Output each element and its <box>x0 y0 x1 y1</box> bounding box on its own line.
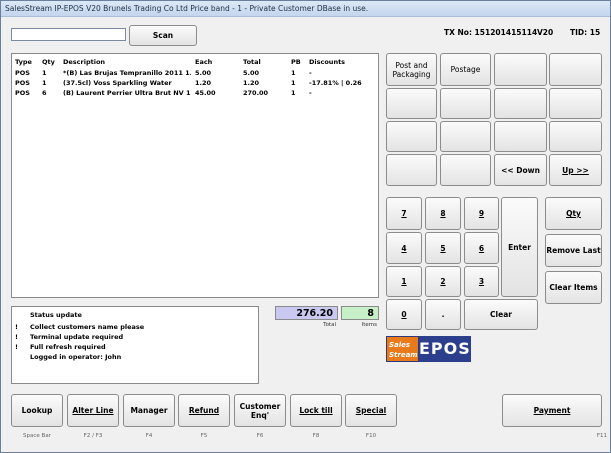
table-row[interactable]: POS 1 (37.5cl) Voss Sparkling Water 1.20… <box>12 78 378 88</box>
refund-button[interactable]: Refund <box>178 394 230 427</box>
fkey-hint: F2 / F3 <box>83 433 103 439</box>
items-count: 8 <box>341 306 379 320</box>
page-down-button[interactable]: << Down <box>494 154 547 186</box>
clear-items-button[interactable]: Clear Items <box>545 271 602 304</box>
enter-button[interactable]: Enter <box>501 197 538 297</box>
scan-input[interactable] <box>11 28 126 41</box>
key-5[interactable]: 5 <box>425 232 461 264</box>
quick-key-empty[interactable] <box>494 121 547 152</box>
total-value: 276.20 <box>275 306 338 320</box>
key-9[interactable]: 9 <box>464 197 499 230</box>
page-up-button[interactable]: Up >> <box>549 154 602 186</box>
fkey-hint: F4 <box>145 433 153 439</box>
salesstream-epos-logo: Sales Stream EPOS <box>386 336 471 362</box>
quick-key-empty[interactable] <box>549 88 602 119</box>
fkey-hint: F5 <box>200 433 208 439</box>
key-1[interactable]: 1 <box>386 266 422 297</box>
col-description: Description <box>63 58 106 66</box>
manager-button[interactable]: Manager <box>123 394 175 427</box>
quick-key-empty[interactable] <box>494 53 547 86</box>
special-button[interactable]: Special <box>345 394 397 427</box>
quick-key-empty[interactable] <box>440 154 491 186</box>
key-6[interactable]: 6 <box>464 232 499 264</box>
status-item: ! Terminal update required <box>15 333 124 341</box>
key-8[interactable]: 8 <box>425 197 461 230</box>
remove-last-button[interactable]: Remove Last <box>545 234 602 267</box>
quick-key-empty[interactable] <box>386 88 437 119</box>
fkey-hint: F11 <box>596 433 607 439</box>
scan-button[interactable]: Scan <box>129 25 197 46</box>
key-3[interactable]: 3 <box>464 266 499 297</box>
postage-button[interactable]: Postage <box>440 53 491 86</box>
quick-key-empty[interactable] <box>440 88 491 119</box>
status-item: ! Collect customers name please <box>15 323 145 331</box>
title-bar: SalesStream IP-EPOS V20 Brunels Trading … <box>1 1 610 17</box>
col-each: Each <box>195 58 213 66</box>
logo-sales-stream: Sales Stream <box>386 336 419 362</box>
transaction-table: Type Qty Description Each Total PB Disco… <box>11 53 379 298</box>
qty-button[interactable]: Qty <box>545 197 602 230</box>
key-decimal[interactable]: . <box>425 299 461 330</box>
table-header: Type Qty Description Each Total PB Disco… <box>12 57 378 67</box>
fkey-hint: F10 <box>365 433 377 439</box>
col-qty: Qty <box>42 58 55 66</box>
quick-key-empty[interactable] <box>549 121 602 152</box>
terminal-id: TID: 15 <box>570 28 601 37</box>
status-item: Logged in operator: John <box>30 353 122 361</box>
status-item: ! Full refresh required <box>15 343 106 351</box>
clear-button[interactable]: Clear <box>464 299 538 330</box>
items-label: Items <box>361 322 377 328</box>
customer-enquiry-button[interactable]: Customer Enq' <box>234 394 286 427</box>
quick-key-empty[interactable] <box>440 121 491 152</box>
table-row[interactable]: POS 6 (B) Laurent Perrier Ultra Brut NV … <box>12 88 378 98</box>
version-label: V20 <box>537 28 554 37</box>
logo-epos: EPOS <box>419 336 471 362</box>
lock-till-button[interactable]: Lock till <box>290 394 342 427</box>
key-4[interactable]: 4 <box>386 232 422 264</box>
col-discounts: Discounts <box>309 58 346 66</box>
fkey-hint: F8 <box>312 433 320 439</box>
key-2[interactable]: 2 <box>425 266 461 297</box>
quick-key-empty[interactable] <box>494 88 547 119</box>
quick-key-empty[interactable] <box>386 154 437 186</box>
alter-line-button[interactable]: Alter Line <box>67 394 119 427</box>
quick-key-empty[interactable] <box>549 53 602 86</box>
total-label: Total <box>323 322 336 328</box>
key-0[interactable]: 0 <box>386 299 422 330</box>
table-row[interactable]: POS 1 *(B) Las Brujas Tempranillo 2011 1… <box>12 68 378 78</box>
payment-button[interactable]: Payment <box>502 394 602 427</box>
epos-window: SalesStream IP-EPOS V20 Brunels Trading … <box>0 0 611 453</box>
status-title: Status update <box>30 311 82 319</box>
key-7[interactable]: 7 <box>386 197 422 230</box>
col-total: Total <box>243 58 261 66</box>
fkey-hint: F6 <box>256 433 264 439</box>
col-pb: PB <box>291 58 301 66</box>
post-packaging-button[interactable]: Post and Packaging <box>386 53 437 86</box>
status-panel: Status update ! Collect customers name p… <box>11 306 259 384</box>
lookup-button[interactable]: Lookup <box>11 394 63 427</box>
fkey-hint: Space Bar <box>23 433 51 439</box>
tx-number: TX No: 151201415114 <box>444 28 538 37</box>
quick-key-empty[interactable] <box>386 121 437 152</box>
col-type: Type <box>15 58 32 66</box>
